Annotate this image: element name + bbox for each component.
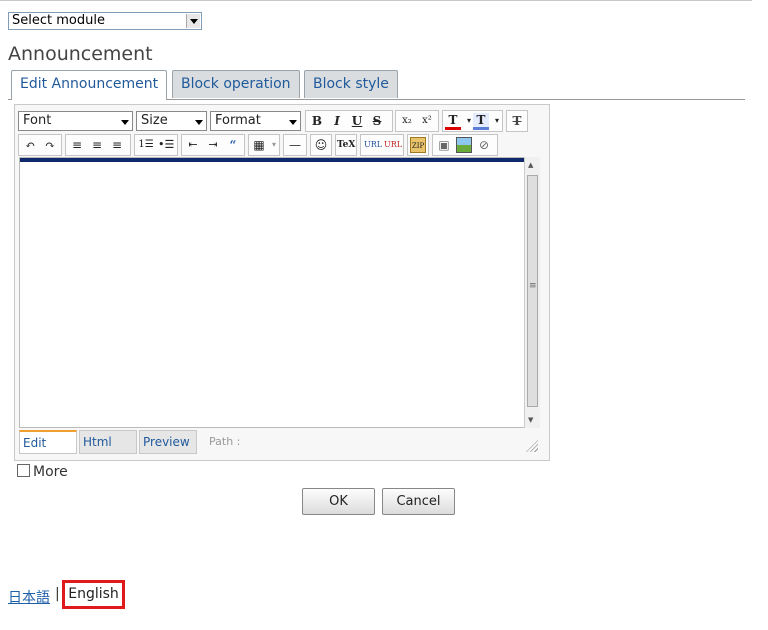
image-icon[interactable]	[456, 137, 472, 153]
more-option[interactable]: More	[17, 464, 68, 480]
top-divider	[0, 0, 752, 1]
media-group: ▣ ⊘	[432, 134, 498, 156]
emoticon-group: ☺	[310, 134, 332, 156]
strikethrough-icon[interactable]: S	[369, 113, 385, 129]
format-select[interactable]: Format	[210, 111, 301, 131]
bold-icon[interactable]: B	[309, 113, 325, 129]
chevron-down-icon	[192, 115, 204, 127]
color-group: T ▾ T ▾	[442, 110, 503, 132]
mode-label: Edit	[23, 436, 47, 450]
chevron-down-icon	[118, 115, 130, 127]
editor-top-bar	[20, 158, 539, 162]
zip-icon[interactable]: ZIP	[410, 137, 426, 153]
scrollbar-thumb[interactable]	[527, 175, 538, 407]
size-select-value: Size	[141, 113, 168, 128]
link-group: URL URL	[360, 134, 404, 156]
attachment-icon[interactable]: ⊘	[476, 137, 492, 153]
module-select-value: Select module	[12, 13, 105, 28]
history-group: ↶ ↷	[18, 134, 62, 156]
indent-icon[interactable]: ⇥	[205, 137, 221, 153]
scroll-down-icon[interactable]: ▼	[528, 416, 533, 424]
align-left-icon[interactable]: ≡	[69, 137, 85, 153]
mode-tab-html[interactable]: Html	[79, 430, 137, 454]
rich-text-editor: Font Size Format B I U S x₂ x² T ▾ T ▾ T…	[14, 104, 550, 461]
clear-format-group: T	[506, 110, 528, 132]
font-select-value: Font	[23, 113, 52, 128]
tex-group: TeX	[335, 134, 357, 156]
tab-label: Block operation	[181, 76, 291, 92]
ok-button[interactable]: OK	[302, 488, 375, 515]
subscript-icon[interactable]: x₂	[399, 113, 415, 129]
remove-link-icon[interactable]: URL	[384, 137, 402, 153]
editor-content-area[interactable]	[19, 157, 540, 428]
resize-grip-icon[interactable]	[526, 440, 538, 452]
underline-icon[interactable]: U	[349, 113, 365, 129]
zip-group: ZIP	[407, 134, 429, 156]
blockquote-icon[interactable]: “	[225, 137, 241, 153]
tab-edit-announcement[interactable]: Edit Announcement	[11, 70, 168, 100]
tab-label: Block style	[313, 76, 389, 92]
unordered-list-icon[interactable]: •☰	[158, 137, 174, 153]
align-group: ≡ ≡ ≡	[65, 134, 131, 156]
undo-icon[interactable]: ↶	[22, 137, 38, 153]
cancel-button[interactable]: Cancel	[382, 488, 455, 515]
language-link-english[interactable]: English	[62, 580, 125, 609]
chevron-down-icon[interactable]: ▾	[266, 137, 282, 153]
editor-scrollbar[interactable]: ▲ ▼	[524, 157, 540, 428]
ordered-list-icon[interactable]: 1☰	[138, 137, 154, 153]
video-icon[interactable]: ▣	[436, 137, 452, 153]
chevron-down-icon[interactable]	[186, 14, 200, 28]
outdent-icon[interactable]: ⇤	[185, 137, 201, 153]
hr-group: —	[283, 134, 307, 156]
text-style-group: B I U S	[305, 110, 393, 132]
editor-mode-tabs: Edit Html Preview Path :	[19, 430, 540, 454]
indent-group: ⇤ ⇥ “	[181, 134, 245, 156]
italic-icon[interactable]: I	[329, 113, 345, 129]
emoticon-icon[interactable]: ☺	[313, 137, 329, 153]
tab-label: Edit Announcement	[20, 76, 159, 92]
more-checkbox[interactable]	[17, 464, 30, 477]
clear-format-icon[interactable]: T	[509, 113, 525, 129]
size-select[interactable]: Size	[136, 111, 207, 131]
format-select-value: Format	[215, 113, 261, 128]
align-center-icon[interactable]: ≡	[89, 137, 105, 153]
mode-tab-preview[interactable]: Preview	[139, 430, 197, 454]
superscript-icon[interactable]: x²	[419, 113, 435, 129]
path-label: Path :	[209, 435, 241, 448]
insert-link-icon[interactable]: URL	[364, 137, 382, 153]
tab-block-operation[interactable]: Block operation	[172, 70, 300, 98]
mode-label: Html	[83, 435, 112, 449]
horizontal-rule-icon[interactable]: —	[287, 137, 303, 153]
text-color-icon[interactable]: T	[445, 113, 461, 130]
scroll-up-icon[interactable]: ▲	[528, 161, 533, 169]
mode-label: Preview	[143, 435, 190, 449]
chevron-down-icon[interactable]: ▾	[489, 113, 505, 129]
highlight-color-icon[interactable]: T	[473, 113, 489, 130]
list-group: 1☰ •☰	[134, 134, 178, 156]
tab-block-style[interactable]: Block style	[304, 70, 398, 98]
font-select[interactable]: Font	[18, 111, 133, 131]
tab-bar: Edit Announcement Block operation Block …	[8, 70, 745, 100]
table-icon[interactable]: ▦	[251, 137, 267, 153]
mode-tab-edit[interactable]: Edit	[19, 430, 77, 454]
more-label: More	[33, 464, 68, 480]
align-right-icon[interactable]: ≡	[109, 137, 125, 153]
redo-icon[interactable]: ↷	[42, 137, 58, 153]
tex-icon[interactable]: TeX	[337, 137, 355, 153]
table-group: ▦ ▾	[248, 134, 280, 156]
chevron-down-icon	[286, 115, 298, 127]
language-separator: |	[55, 586, 60, 602]
script-group: x₂ x²	[395, 110, 439, 132]
language-link-japanese[interactable]: 日本語	[8, 587, 50, 607]
module-select[interactable]: Select module	[8, 12, 202, 30]
page-title: Announcement	[8, 43, 153, 65]
